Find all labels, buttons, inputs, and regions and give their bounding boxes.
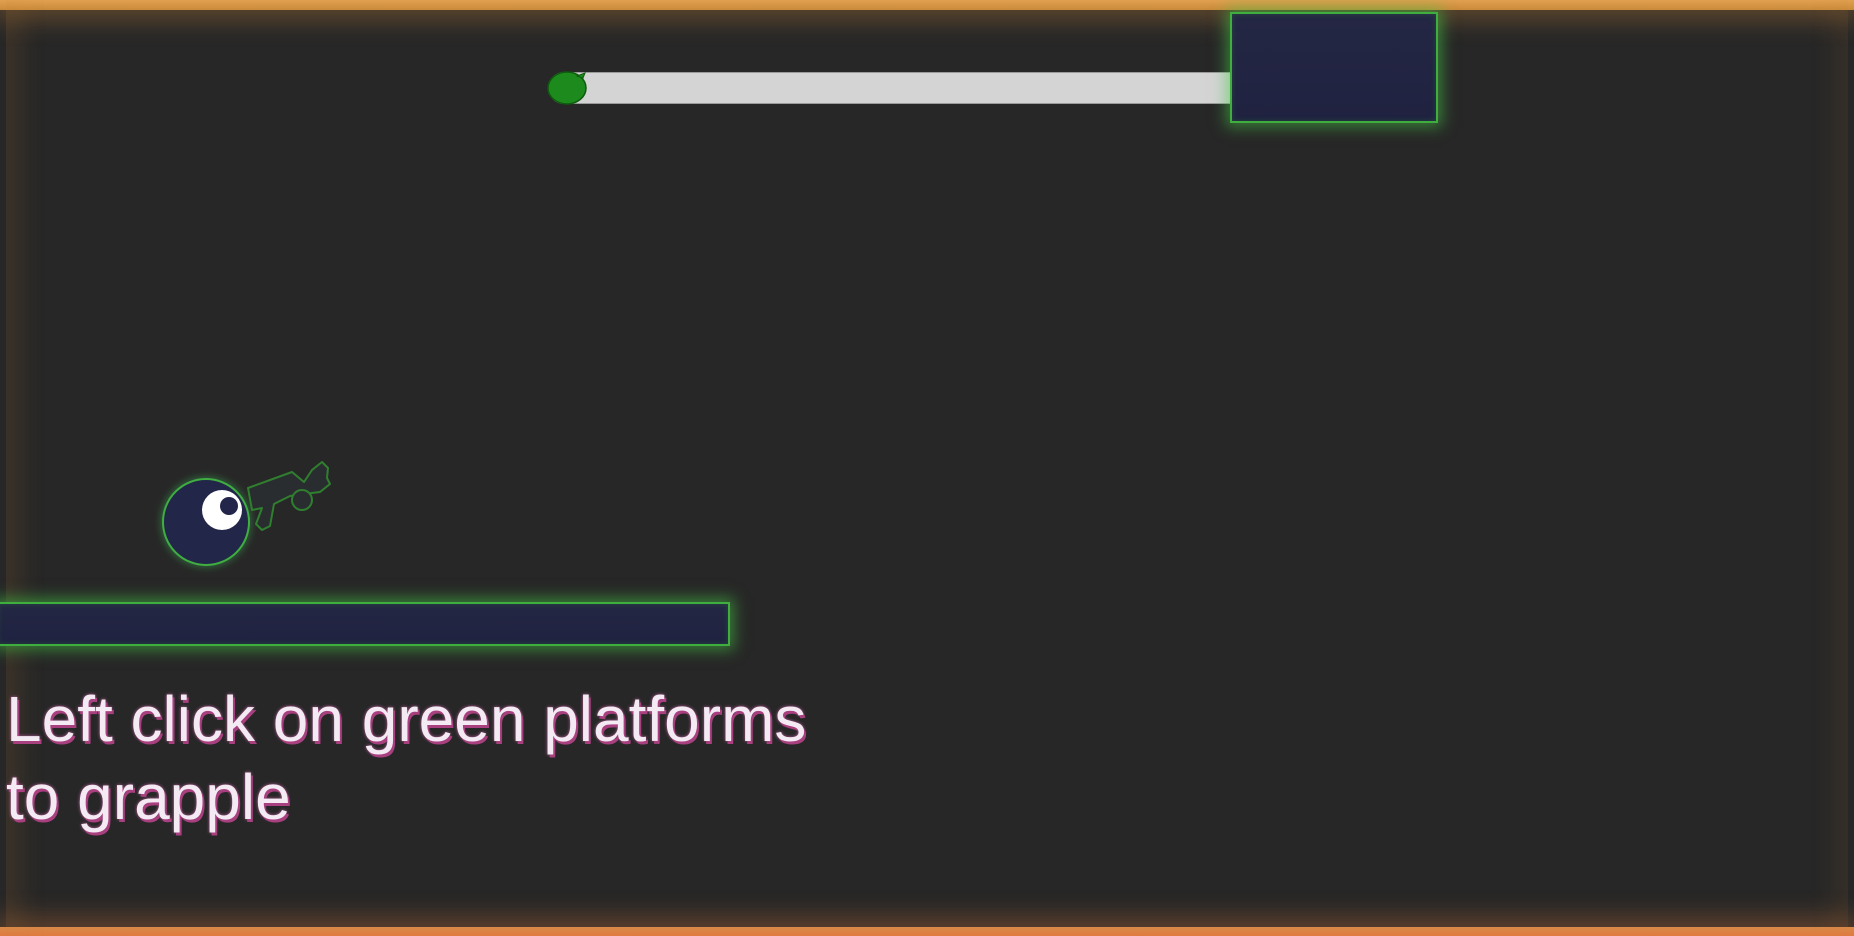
player-ball-icon (162, 478, 250, 566)
ground-platform[interactable] (0, 602, 730, 646)
grapple-platform-top[interactable] (1230, 12, 1438, 123)
player-character (162, 461, 331, 566)
tutorial-hint-line-2: to grapple (6, 761, 291, 833)
game-canvas[interactable]: Left click on green platforms to grapple (0, 0, 1854, 936)
grapple-gun-icon (247, 461, 331, 531)
right-border-glow (1848, 0, 1854, 936)
bottom-border-glow (0, 927, 1854, 936)
tutorial-hint-line-1: Left click on green platforms (6, 683, 807, 755)
level-progress-bar (548, 72, 1278, 104)
player-marker-icon (547, 71, 587, 105)
top-border-glow (0, 0, 1854, 10)
tutorial-hint-text: Left click on green platforms to grapple (6, 680, 986, 836)
